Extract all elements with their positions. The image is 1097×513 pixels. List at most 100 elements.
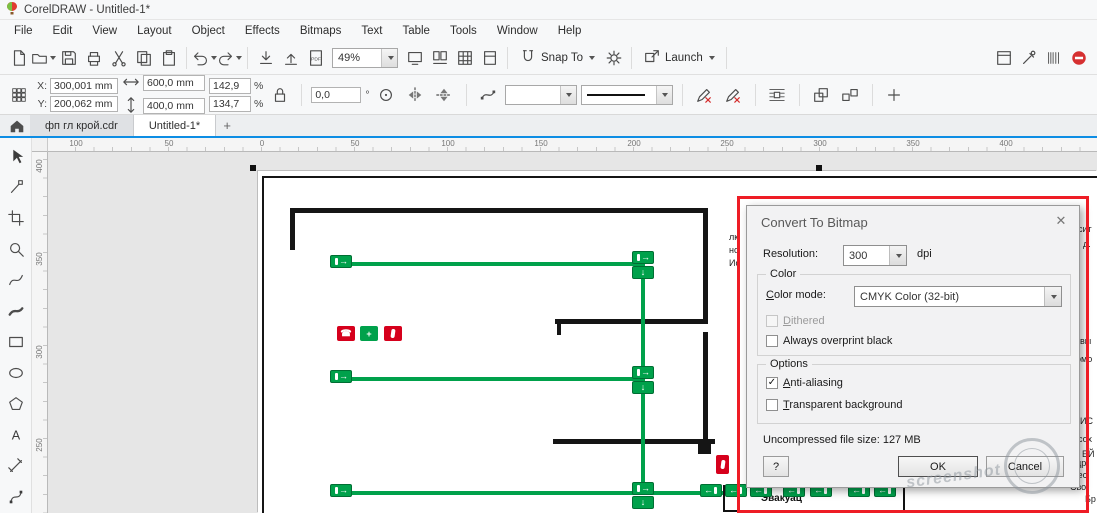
freehand-tool[interactable] [2,264,30,295]
object-width-input[interactable]: 600,0 mm [143,75,205,91]
exit-sign[interactable]: ↓ [632,266,654,279]
menu-tools[interactable]: Tools [440,22,487,40]
outline-pen-icon[interactable] [692,83,717,107]
wall[interactable] [290,208,295,250]
exit-sign[interactable]: → [632,482,654,495]
ellipse-tool[interactable] [2,357,30,388]
shape-tool[interactable] [2,171,30,202]
exit-sign[interactable]: ↓ [632,496,654,509]
page-layout-icon[interactable] [477,46,502,70]
redo-icon[interactable] [217,46,242,70]
zoom-tool[interactable] [2,233,30,264]
first-aid-icon[interactable]: + [360,326,378,341]
show-grid-icon[interactable] [452,46,477,70]
pdf-publish-icon[interactable]: PDF [303,46,328,70]
import-icon[interactable] [253,46,278,70]
exit-sign[interactable]: ← [725,484,747,497]
exit-sign[interactable]: ↓ [632,381,654,394]
bezier-tool[interactable] [2,481,30,512]
scale-y-input[interactable]: 134,7 [209,96,251,112]
evacuation-route[interactable] [330,377,645,381]
canvas-text-fragment[interactable]: лк [729,232,738,242]
menu-layout[interactable]: Layout [127,22,182,40]
drawing-canvas[interactable]: ☎ + Эвакуац →→→→↓→↓→↓←←←←←←← лкноИсситд.… [48,152,1097,513]
vertical-ruler[interactable]: 400350300250 [32,152,48,513]
save-icon[interactable] [56,46,81,70]
lock-ratio-icon[interactable] [267,83,292,107]
artistic-media-tool[interactable] [2,295,30,326]
menu-bitmaps[interactable]: Bitmaps [290,22,352,40]
text-wrap-icon[interactable] [765,83,790,107]
application-launcher-dropdown[interactable]: Launch [637,46,721,70]
zoom-level-select[interactable]: 49% [332,48,398,68]
exit-sign[interactable]: ← [700,484,722,497]
overprint-black-checkbox[interactable]: Always overprint black [766,335,892,347]
color-mode-select[interactable]: CMYK Color (32-bit) [854,286,1062,307]
exit-sign[interactable]: → [632,366,654,379]
barcode-icon[interactable] [1041,46,1066,70]
help-button[interactable]: ? [763,456,789,477]
evacuation-route[interactable] [330,262,645,266]
dimension-tool[interactable] [2,450,30,481]
exit-sign[interactable]: → [632,251,654,264]
scale-x-input[interactable]: 142,9 [209,78,251,94]
fullscreen-preview-icon[interactable] [402,46,427,70]
home-tab-button[interactable] [4,115,30,136]
eyedropper-icon[interactable] [1016,46,1041,70]
plus-icon[interactable] [882,83,907,107]
edit-nodes-icon[interactable] [476,83,501,107]
canvas-text-fragment[interactable]: сох [1078,434,1092,444]
wall[interactable] [703,208,708,321]
crop-tool[interactable] [2,202,30,233]
mirror-horizontal-icon[interactable] [403,83,428,107]
horizontal-ruler[interactable]: 10050050100150200250300350400 [48,138,1097,152]
cancel-button[interactable]: Cancel [986,456,1064,477]
ruler-origin-corner[interactable] [32,138,48,152]
canvas-text-fragment[interactable]: Бр [1085,494,1096,504]
resolution-select[interactable]: 300 [843,245,907,266]
chevron-down-icon[interactable] [889,246,906,265]
menu-window[interactable]: Window [487,22,548,40]
close-icon[interactable]: ✕ [1053,213,1069,229]
line-style-select[interactable] [581,85,673,105]
wall[interactable] [557,319,561,335]
mirror-vertical-icon[interactable] [432,83,457,107]
menu-object[interactable]: Object [182,22,235,40]
rectangle-tool[interactable] [2,326,30,357]
menu-table[interactable]: Table [392,22,440,40]
tab-document-1[interactable]: фп гл крой.cdr [30,115,134,136]
open-icon[interactable] [31,46,56,70]
group-icon[interactable] [809,83,834,107]
ok-button[interactable]: OK [898,456,978,477]
menu-file[interactable]: File [4,22,43,40]
view-navigator-icon[interactable] [427,46,452,70]
selection-handle[interactable] [816,165,822,171]
wall[interactable] [703,332,708,444]
outline-width-select[interactable] [505,85,577,105]
record-toggle-icon[interactable] [1066,46,1091,70]
ungroup-icon[interactable] [838,83,863,107]
pick-tool[interactable] [2,140,30,171]
tab-document-2[interactable]: Untitled-1* [134,115,216,136]
canvas-text-fragment[interactable]: д. [1083,239,1091,249]
evacuation-route[interactable] [641,264,645,495]
fire-extinguisher-icon[interactable] [716,455,729,474]
wall[interactable] [698,441,711,454]
app-logo-icon[interactable] [6,1,18,18]
copy-icon[interactable] [131,46,156,70]
menu-edit[interactable]: Edit [43,22,83,40]
menu-help[interactable]: Help [548,22,592,40]
transparent-background-checkbox[interactable]: Transparent background [766,399,902,411]
canvas-text-fragment[interactable]: но [729,245,739,255]
phone-icon[interactable]: ☎ [337,326,355,341]
print-icon[interactable] [81,46,106,70]
canvas-text-fragment[interactable]: Ис [729,258,740,268]
chevron-down-icon[interactable] [1044,287,1061,306]
paste-icon[interactable] [156,46,181,70]
cut-icon[interactable] [106,46,131,70]
object-height-input[interactable]: 400,0 mm [143,98,205,114]
rotation-angle-input[interactable]: 0,0 [311,87,361,103]
canvas-text-fragment[interactable]: вы [1080,336,1091,346]
selection-handle[interactable] [250,165,256,171]
fill-pen-icon[interactable] [721,83,746,107]
